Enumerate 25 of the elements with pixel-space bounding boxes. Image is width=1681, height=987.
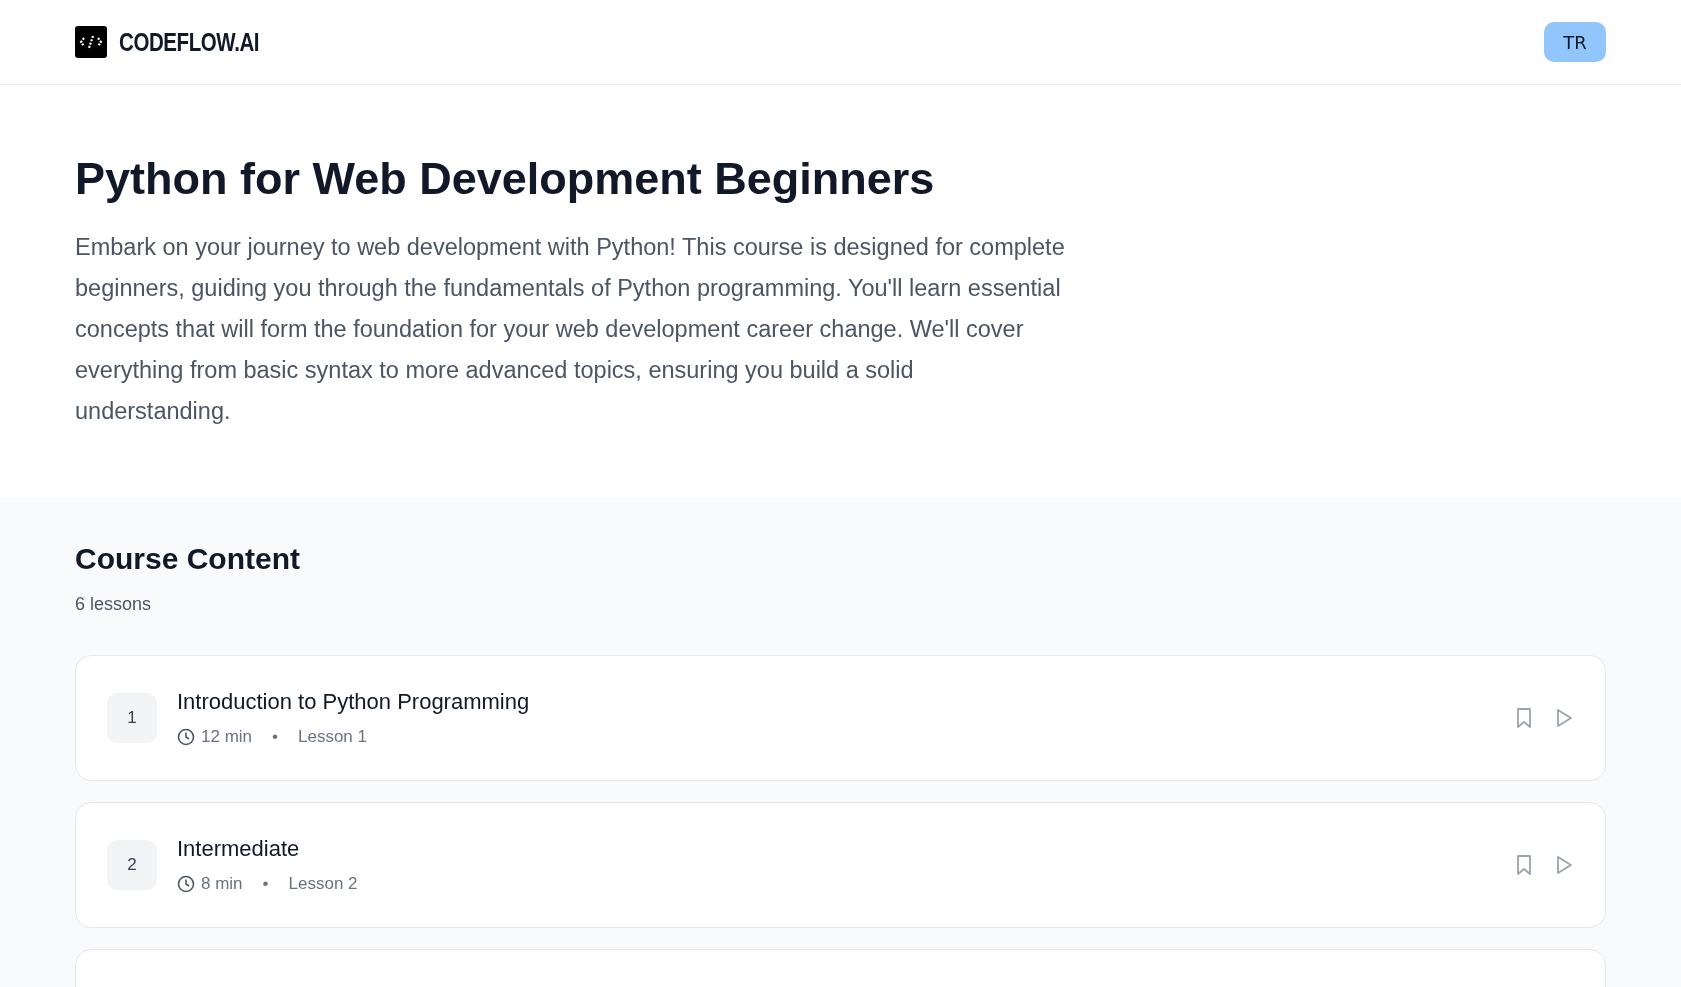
code-logo-icon xyxy=(75,26,107,58)
avatar-button[interactable]: TR xyxy=(1544,22,1606,62)
course-title: Python for Web Development Beginners xyxy=(75,153,936,205)
lesson-card[interactable]: 2 Intermediate 8 min • Lesson 2 xyxy=(75,802,1606,928)
lesson-label: Lesson 1 xyxy=(298,727,367,747)
brand-name[interactable]: CODEFLOW.AI xyxy=(119,27,260,57)
course-description: Embark on your journey to web development with Python! This course is designed for complete beginners, guiding you through the fundamentals of Python programming. You'll learn essential concepts that will form the foundation for your web development career change. We'll cover everything from basic syntax to more advanced topics, ensuring you build a solid understanding. xyxy=(75,233,1066,426)
lesson-label: Lesson 2 xyxy=(288,874,358,894)
lesson-duration: 12 min xyxy=(201,727,253,747)
bookmark-icon[interactable] xyxy=(1514,707,1534,729)
play-icon[interactable] xyxy=(1554,707,1574,729)
lesson-card[interactable]: 1 Introduction to Python Programming 12 min • Lesson 1 xyxy=(75,655,1606,781)
clock-icon xyxy=(177,728,195,746)
clock-icon xyxy=(177,875,195,893)
lesson-number: 2 xyxy=(107,840,157,890)
lesson-title: Intermediate xyxy=(177,836,301,862)
separator-dot: • xyxy=(272,727,278,747)
section-heading: Course Content xyxy=(75,542,301,576)
lesson-title: Introduction to Python Programming xyxy=(177,689,531,715)
lesson-duration: 8 min xyxy=(201,874,243,894)
play-icon[interactable] xyxy=(1554,854,1574,876)
lesson-count: 6 lessons xyxy=(75,594,153,615)
bookmark-icon[interactable] xyxy=(1514,854,1534,876)
separator-dot: • xyxy=(262,874,269,894)
lesson-number: 1 xyxy=(107,693,157,743)
